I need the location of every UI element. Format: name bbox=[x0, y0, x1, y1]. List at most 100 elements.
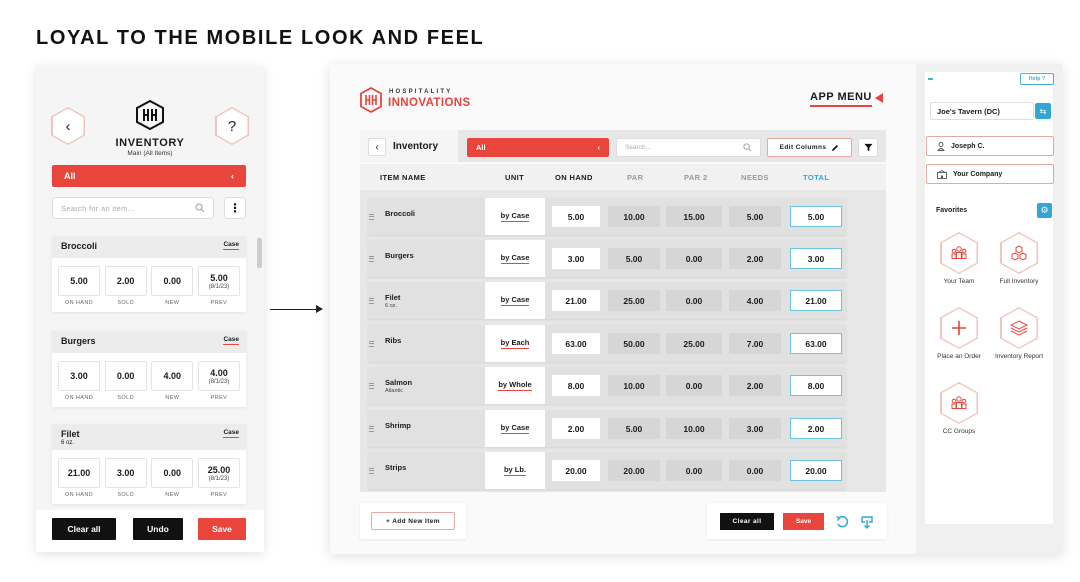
user-field[interactable]: Joseph C. bbox=[926, 136, 1054, 156]
item-unit[interactable]: Case bbox=[223, 241, 239, 250]
on-hand-field[interactable]: 3.00 bbox=[552, 248, 600, 269]
par-2-value: 15.00 bbox=[666, 206, 722, 227]
label-new: NEW bbox=[165, 300, 180, 306]
table-row[interactable]: Strips by Lb. 20.00 20.00 0.00 0.00 20.0… bbox=[368, 452, 846, 489]
sold-field[interactable]: 3.00 bbox=[104, 458, 147, 488]
clear-all-button[interactable]: Clear all bbox=[720, 513, 774, 530]
swap-icon[interactable]: ⇆ bbox=[1035, 103, 1051, 119]
label-on-hand: ON HAND bbox=[64, 300, 94, 306]
list-item[interactable]: Burgers Case 3.00 0.00 4.00 4.00 (8/1/23)… bbox=[52, 331, 246, 407]
on-hand-field[interactable]: 3.00 bbox=[58, 361, 100, 391]
par-value: 10.00 bbox=[608, 375, 660, 396]
table-row[interactable]: Burgers by Case 3.00 5.00 0.00 2.00 3.00 bbox=[368, 240, 846, 277]
favorite-full-inventory[interactable]: Full Inventory bbox=[984, 232, 1054, 287]
drag-handle-icon[interactable] bbox=[368, 367, 376, 404]
drag-handle-icon[interactable] bbox=[368, 452, 376, 489]
col-item-name: ITEM NAME bbox=[380, 173, 426, 182]
label-prev: PREV bbox=[210, 395, 228, 401]
new-field[interactable]: 0.00 bbox=[151, 458, 194, 488]
drag-handle-icon[interactable] bbox=[368, 325, 376, 362]
table-row[interactable]: Ribs by Each 63.00 50.00 25.00 7.00 63.0… bbox=[368, 325, 846, 362]
company-field[interactable]: Your Company bbox=[926, 164, 1054, 184]
search-input[interactable]: Search for an item... bbox=[52, 197, 214, 219]
drag-handle-icon[interactable] bbox=[368, 198, 376, 235]
favorite-cc-groups[interactable]: CC Groups bbox=[924, 382, 994, 437]
add-new-item-button[interactable]: + Add New Item bbox=[371, 512, 455, 530]
venue-selector[interactable]: Joe's Tavern (DC) bbox=[930, 102, 1034, 120]
back-button[interactable]: ‹ bbox=[368, 138, 386, 156]
on-hand-field[interactable]: 63.00 bbox=[552, 333, 600, 354]
drag-handle-icon[interactable] bbox=[368, 240, 376, 277]
unit-selector[interactable]: by Case bbox=[485, 198, 545, 235]
sold-field[interactable]: 2.00 bbox=[104, 266, 147, 296]
on-hand-field[interactable]: 21.00 bbox=[552, 290, 600, 311]
favorite-inventory-report[interactable]: Inventory Report bbox=[984, 307, 1054, 362]
save-button[interactable]: Save bbox=[198, 518, 246, 540]
edit-columns-button[interactable]: Edit Columns bbox=[767, 138, 852, 157]
download-button[interactable] bbox=[858, 513, 876, 531]
table-row[interactable]: Broccoli by Case 5.00 10.00 15.00 5.00 5… bbox=[368, 198, 846, 235]
clear-all-button[interactable]: Clear all bbox=[52, 518, 116, 540]
mobile-subtitle: Main (All Items) bbox=[127, 150, 173, 157]
table-row[interactable]: Filet 6 oz. by Case 21.00 25.00 0.00 4.00… bbox=[368, 282, 846, 319]
item-unit[interactable]: Case bbox=[223, 336, 239, 345]
funnel-icon bbox=[863, 143, 873, 152]
caret-left-icon[interactable] bbox=[875, 93, 883, 103]
on-hand-field[interactable]: 20.00 bbox=[552, 460, 600, 481]
unit-selector[interactable]: by Whole bbox=[485, 367, 545, 404]
chevron-left-icon: ‹ bbox=[375, 141, 379, 153]
company-name: Your Company bbox=[953, 170, 1003, 178]
on-hand-field[interactable]: 5.00 bbox=[58, 266, 100, 296]
app-menu-link[interactable]: APP MENU bbox=[810, 91, 872, 107]
table-row[interactable]: Shrimp by Case 2.00 5.00 10.00 3.00 2.00 bbox=[368, 410, 846, 447]
search-input[interactable]: Search... bbox=[616, 138, 761, 157]
minimize-icon[interactable] bbox=[928, 78, 933, 80]
unit-selector[interactable]: by Case bbox=[485, 240, 545, 277]
category-filter[interactable]: All ‹ bbox=[467, 138, 609, 157]
item-unit[interactable]: Case bbox=[223, 429, 239, 438]
list-item[interactable]: Broccoli Case 5.00 2.00 0.00 5.00 (8/1/23… bbox=[52, 236, 246, 312]
unit-selector[interactable]: by Case bbox=[485, 282, 545, 319]
label-new: NEW bbox=[165, 395, 180, 401]
user-icon bbox=[937, 141, 945, 151]
on-hand-field[interactable]: 2.00 bbox=[552, 418, 600, 439]
list-item[interactable]: Filet 6 oz. Case 21.00 3.00 0.00 25.00 (8/… bbox=[52, 424, 246, 504]
par-2-value: 0.00 bbox=[666, 248, 722, 269]
help-button[interactable]: Help ? bbox=[1020, 73, 1054, 85]
arrow-line bbox=[270, 309, 320, 311]
on-hand-field[interactable]: 21.00 bbox=[58, 458, 100, 488]
total-value[interactable]: 5.00 bbox=[790, 206, 842, 227]
more-options-icon[interactable]: ⋮ bbox=[224, 197, 246, 219]
total-value[interactable]: 63.00 bbox=[790, 333, 842, 354]
total-value[interactable]: 2.00 bbox=[790, 418, 842, 439]
undo-button[interactable] bbox=[833, 513, 851, 531]
unit-selector[interactable]: by Case bbox=[485, 410, 545, 447]
favorite-label: Inventory Report bbox=[994, 353, 1044, 360]
filter-button[interactable] bbox=[858, 138, 878, 157]
new-field[interactable]: 4.00 bbox=[151, 361, 194, 391]
hexagons-icon bbox=[1011, 245, 1027, 261]
chevron-left-icon: ‹ bbox=[597, 143, 601, 152]
table-row[interactable]: Salmon Atlantic by Whole 8.00 10.00 0.00 … bbox=[368, 367, 846, 404]
sold-field[interactable]: 0.00 bbox=[104, 361, 147, 391]
on-hand-field[interactable]: 8.00 bbox=[552, 375, 600, 396]
save-button[interactable]: Save bbox=[783, 513, 824, 530]
par-2-value: 10.00 bbox=[666, 418, 722, 439]
total-value[interactable]: 20.00 bbox=[790, 460, 842, 481]
scrollbar[interactable] bbox=[257, 238, 262, 268]
par-value: 50.00 bbox=[608, 333, 660, 354]
total-value[interactable]: 3.00 bbox=[790, 248, 842, 269]
category-filter[interactable]: All ‹ bbox=[52, 165, 246, 187]
unit-selector[interactable]: by Each bbox=[485, 325, 545, 362]
new-field[interactable]: 0.00 bbox=[151, 266, 194, 296]
on-hand-field[interactable]: 5.00 bbox=[552, 206, 600, 227]
unit-selector[interactable]: by Lb. bbox=[485, 452, 545, 489]
drag-handle-icon[interactable] bbox=[368, 410, 376, 447]
par-value: 5.00 bbox=[608, 418, 660, 439]
total-value[interactable]: 8.00 bbox=[790, 375, 842, 396]
undo-button[interactable]: Undo bbox=[133, 518, 183, 540]
total-value[interactable]: 21.00 bbox=[790, 290, 842, 311]
add-favorite-icon[interactable]: ⚙ bbox=[1037, 202, 1052, 218]
needs-value: 4.00 bbox=[729, 290, 781, 311]
drag-handle-icon[interactable] bbox=[368, 282, 376, 319]
